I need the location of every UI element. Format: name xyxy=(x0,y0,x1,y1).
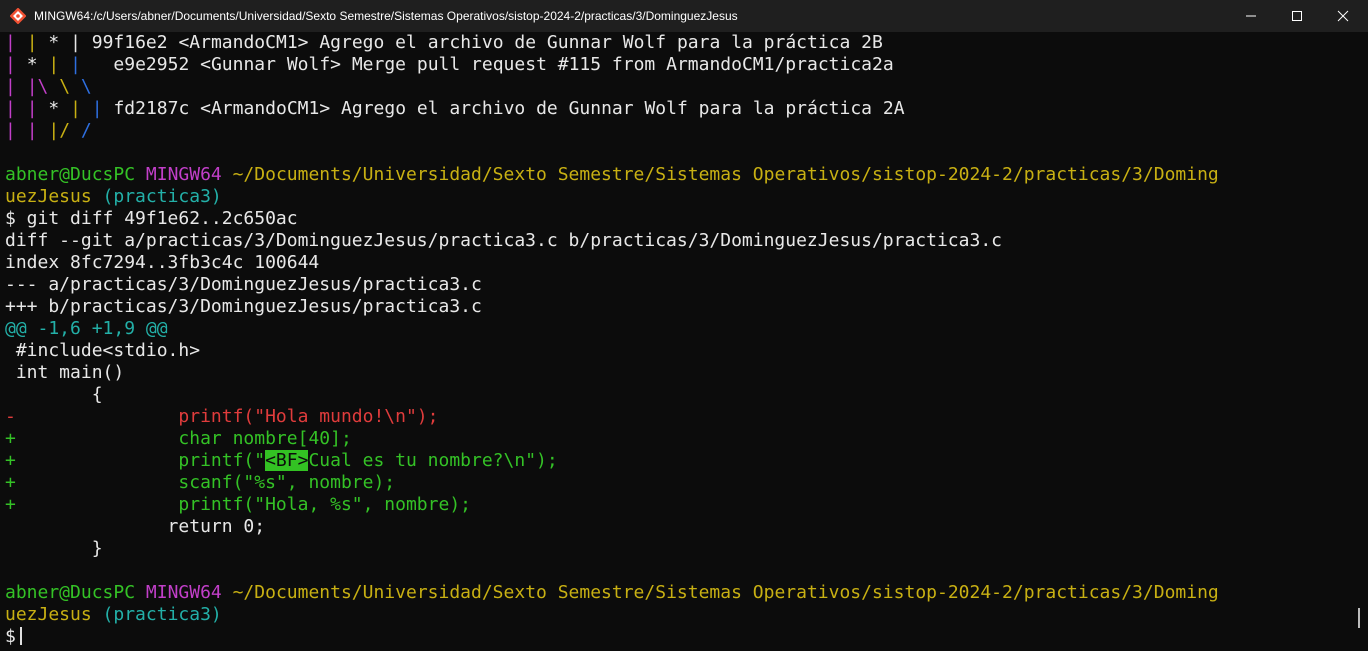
minimize-icon xyxy=(1246,15,1256,17)
diff-added-line: + printf("Hola, %s", nombre); xyxy=(5,494,471,516)
diff-hunk-header: @@ -1,6 +1,9 @@ xyxy=(5,318,168,339)
diff-index: index 8fc7294..3fb3c4c 100644 xyxy=(5,252,320,273)
commit-message: <ArmandoCM1> Agrego el archivo de Gunnar… xyxy=(167,32,883,53)
input-line[interactable]: $ xyxy=(5,626,22,648)
graph-commit-node: * xyxy=(26,54,49,75)
diff-added-line: + printf("<BF>Cual es tu nombre?\n"); xyxy=(5,450,558,472)
prompt-path: ~/Documents/Universidad/Sexto Semestre/S… xyxy=(232,582,1219,603)
diff-sign: + xyxy=(5,494,16,515)
diff-code: Cual es tu nombre?\n"); xyxy=(308,450,558,471)
graph-edge: | xyxy=(5,32,27,53)
graph-edge: | xyxy=(5,54,27,75)
close-button[interactable] xyxy=(1320,0,1366,32)
graph-line-5: | | |/ / xyxy=(5,120,92,142)
graph-edge: | xyxy=(5,76,27,97)
command-line: $ git diff 49f1e62..2c650ac xyxy=(5,208,298,229)
diff-sign: + xyxy=(5,428,16,449)
graph-line-3: | |\ \ \ xyxy=(5,76,92,98)
graph-edge: | xyxy=(70,32,92,53)
minimize-button[interactable] xyxy=(1228,0,1274,32)
diff-old-file: --- a/practicas/3/DominguezJesus/practic… xyxy=(5,274,482,295)
git-bash-app-icon xyxy=(9,7,27,25)
diff-sign: - xyxy=(5,406,16,427)
graph-edge: \ xyxy=(59,76,81,97)
commit-message: <ArmandoCM1> Agrego el archivo de Gunnar… xyxy=(189,98,905,119)
prompt-system: MINGW64 xyxy=(145,164,222,185)
maximize-button[interactable] xyxy=(1274,0,1320,32)
commit-message: <Gunnar Wolf> Merge pull request #115 fr… xyxy=(189,54,894,75)
diff-removed-line: - printf("Hola mundo!\n"); xyxy=(5,406,438,428)
commit-hash: e9e2952 xyxy=(113,54,190,75)
diff-added-line: + char nombre[40]; xyxy=(5,428,352,450)
diff-context-line: } xyxy=(5,538,103,559)
scrollbar-thumb[interactable] xyxy=(1358,608,1360,628)
diff-context-line: #include<stdio.h> xyxy=(5,340,201,361)
prompt-system: MINGW64 xyxy=(145,582,222,603)
diff-code: char nombre[40]; xyxy=(15,428,352,449)
prompt-branch: (practica3) xyxy=(102,186,222,207)
graph-edge: | xyxy=(5,98,27,119)
graph-edge: \ xyxy=(80,76,92,97)
prompt-symbol: $ xyxy=(5,626,16,647)
commit-hash: 99f16e2 xyxy=(91,32,168,53)
graph-edge: / xyxy=(80,120,92,141)
graph-edge: |/ xyxy=(48,120,81,141)
diff-added-line: + scanf("%s", nombre); xyxy=(5,472,395,494)
diff-new-file: +++ b/practicas/3/DominguezJesus/practic… xyxy=(5,296,482,317)
diff-code: printf("Hola mundo!\n"); xyxy=(15,406,439,427)
graph-edge: | xyxy=(70,98,92,119)
diff-sign: + xyxy=(5,450,16,471)
diff-context-line: { xyxy=(5,384,103,405)
graph-edge: | xyxy=(5,120,27,141)
maximize-icon xyxy=(1292,11,1302,21)
graph-edge: | xyxy=(91,98,114,119)
graph-edge: | xyxy=(26,32,49,53)
invalid-byte-highlight: <BF> xyxy=(265,450,309,471)
prompt-line: abner@DucsPC MINGW64 ~/Documents/Univers… xyxy=(5,164,1219,186)
prompt-user: abner@DucsPC xyxy=(5,582,136,603)
diff-sign: + xyxy=(5,472,16,493)
window-title: MINGW64:/c/Users/abner/Documents/Univers… xyxy=(34,9,738,23)
title-bar[interactable]: MINGW64:/c/Users/abner/Documents/Univers… xyxy=(0,0,1368,32)
graph-edge: | xyxy=(26,98,49,119)
prompt-user: abner@DucsPC xyxy=(5,164,136,185)
prompt-path: uezJesus xyxy=(5,186,92,207)
prompt-path: ~/Documents/Universidad/Sexto Semestre/S… xyxy=(232,164,1219,185)
terminal-output[interactable]: | | * | 99f16e2 <ArmandoCM1> Agrego el a… xyxy=(0,32,1352,651)
diff-code: printf(" xyxy=(15,450,266,471)
diff-code: scanf("%s", nombre); xyxy=(15,472,396,493)
graph-edge: | xyxy=(48,54,71,75)
prompt-path: uezJesus xyxy=(5,604,92,625)
prompt-branch: (practica3) xyxy=(102,604,222,625)
diff-context-line: return 0; xyxy=(5,516,266,537)
prompt-line-wrap: uezJesus (practica3) xyxy=(5,186,222,208)
graph-commit-node: * xyxy=(48,32,71,53)
diff-code: printf("Hola, %s", nombre); xyxy=(15,494,471,515)
diff-header: diff --git a/practicas/3/DominguezJesus/… xyxy=(5,230,1002,251)
commit-hash: fd2187c xyxy=(113,98,190,119)
diff-context-line: int main() xyxy=(5,362,125,383)
prompt-line: abner@DucsPC MINGW64 ~/Documents/Univers… xyxy=(5,582,1219,604)
prompt-line-wrap: uezJesus (practica3) xyxy=(5,604,222,626)
graph-edge: | xyxy=(70,54,114,75)
text-cursor xyxy=(19,627,22,645)
graph-line-4: | | * | | fd2187c <ArmandoCM1> Agrego el… xyxy=(5,98,905,120)
graph-line-2: | * | | e9e2952 <Gunnar Wolf> Merge pull… xyxy=(5,54,894,76)
close-icon xyxy=(1337,10,1349,22)
graph-line-1: | | * | 99f16e2 <ArmandoCM1> Agrego el a… xyxy=(5,32,883,54)
graph-edge: |\ xyxy=(26,76,60,97)
graph-commit-node: * xyxy=(48,98,71,119)
graph-edge: | xyxy=(26,120,49,141)
